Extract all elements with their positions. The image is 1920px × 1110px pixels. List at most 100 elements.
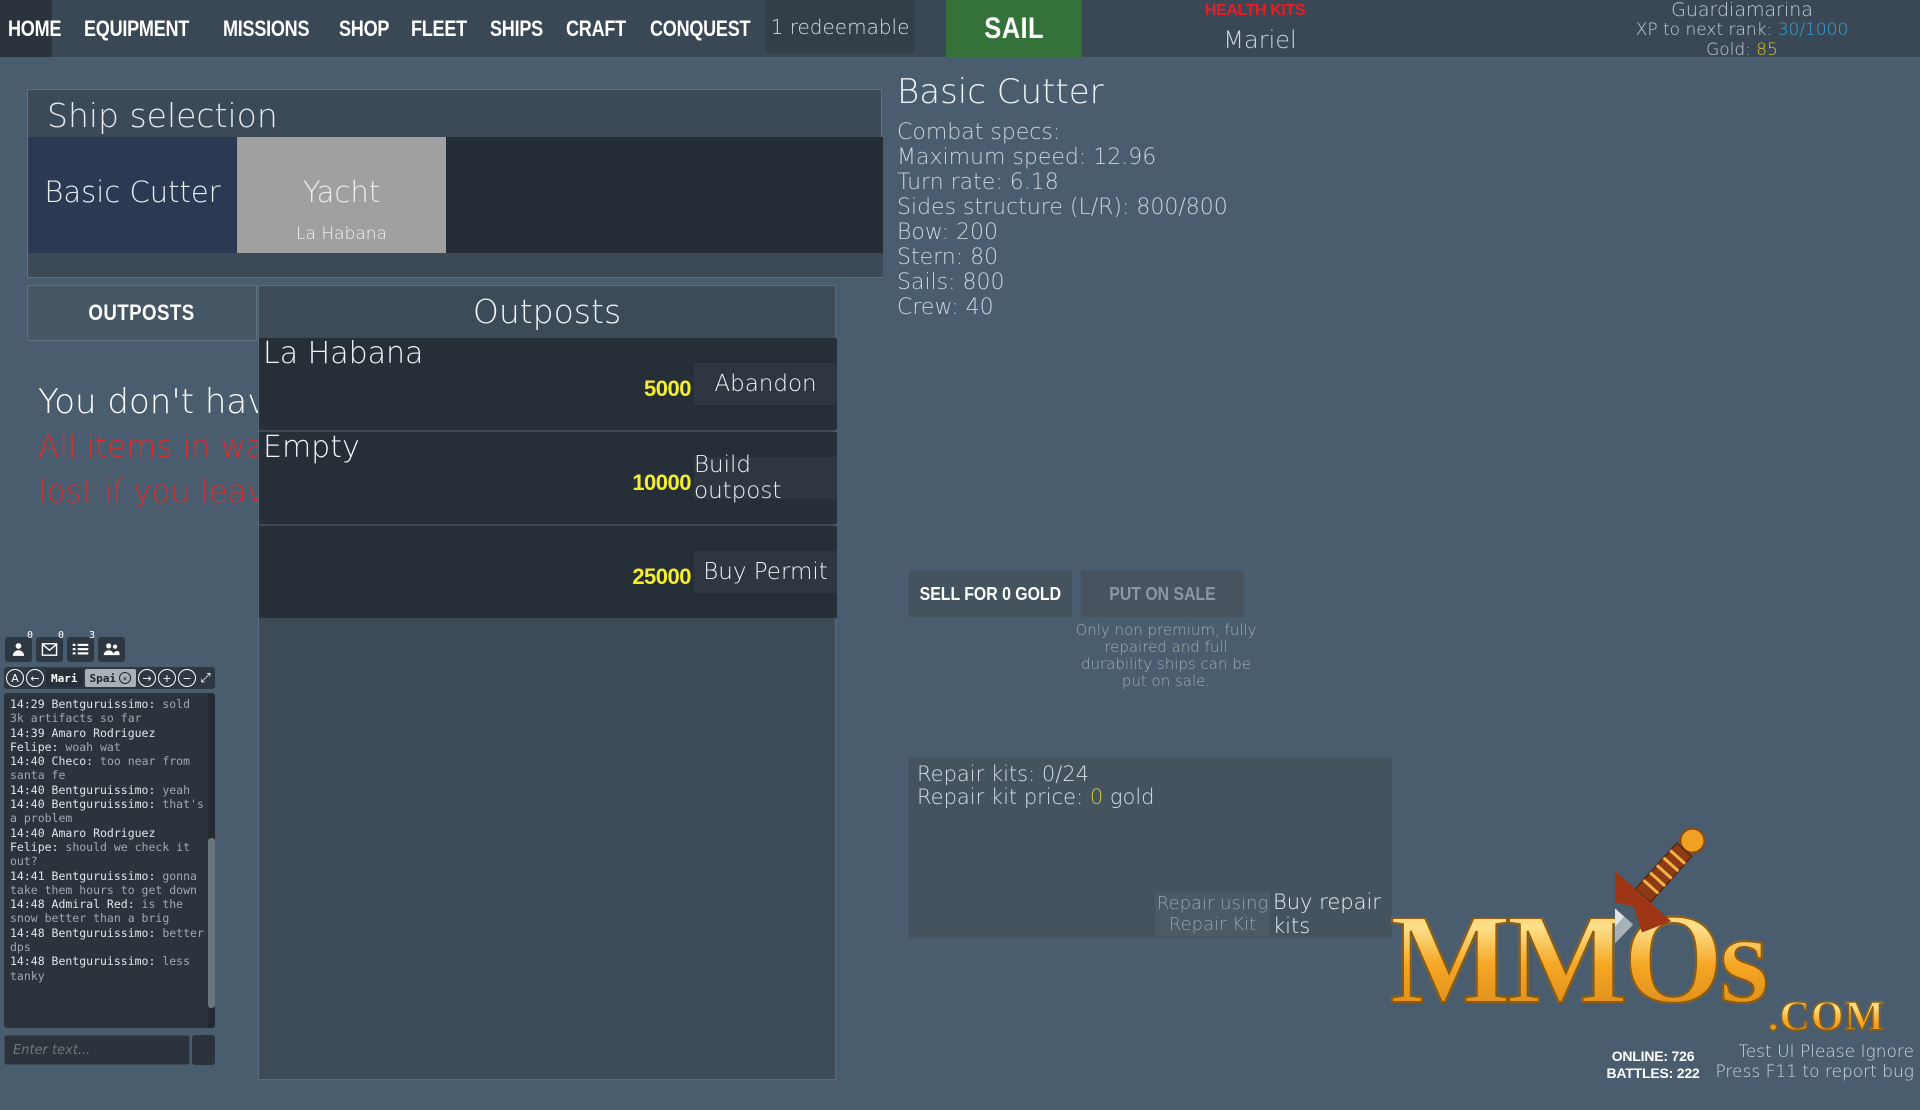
nav-item-conquest[interactable]: CONQUEST — [650, 16, 751, 42]
ship-card-name: Basic Cutter — [44, 175, 221, 209]
spec-turn-rate: Turn rate: 6.18 — [897, 170, 1059, 195]
notice-line-2: Press F11 to report bug — [1715, 1062, 1914, 1082]
chat-message: 14:40 Bentguruissimo: that's a problem — [10, 797, 209, 826]
repair-kit-price-value: 0 — [1089, 785, 1104, 809]
nav-item-missions[interactable]: MISSIONS — [223, 16, 310, 42]
tab-outposts[interactable]: OUTPOSTS — [27, 285, 257, 341]
outpost-price: 5000 — [644, 376, 691, 401]
person-icon[interactable]: 0 — [5, 630, 33, 662]
sail-button[interactable]: SAIL — [946, 0, 1082, 57]
nav-item-shop[interactable]: SHOP — [339, 16, 389, 42]
outpost-abandon-button[interactable]: Abandon — [694, 363, 837, 405]
spec-stern: Stern: 80 — [897, 245, 999, 270]
chat-icon-bar: 0 0 3 — [5, 630, 125, 662]
ship-card-basic-cutter[interactable]: Basic Cutter — [28, 137, 237, 255]
list-icon[interactable]: 3 — [67, 630, 95, 662]
nav-item-fleet[interactable]: FLEET — [411, 16, 467, 42]
font-size-icon[interactable]: A — [6, 669, 24, 687]
chat-message: 14:40 Checo: too near from santa fe — [10, 754, 209, 783]
outpost-row: Empty 10000 Build outpost — [259, 430, 837, 524]
nav-item-equipment[interactable]: EQUIPMENT — [84, 16, 189, 42]
chat-message-log[interactable]: 14:29 Bentguruissimo: sold 3k artifacts … — [4, 693, 215, 1028]
arrow-left-icon[interactable]: ← — [26, 669, 44, 687]
repair-kit-price-suffix: gold — [1103, 785, 1155, 809]
ship-combat-specs: Combat specs: Maximum speed: 12.96 Turn … — [897, 120, 1228, 320]
top-navigation-bar: HOME EQUIPMENT MISSIONS SHOP FLEET SHIPS… — [0, 0, 1920, 60]
ship-list: Basic Cutter Yacht La Habana — [28, 137, 883, 255]
person-icon-glyph — [12, 643, 25, 656]
battles-count: BATTLES: 222 — [1606, 1065, 1700, 1081]
main-nav: HOME EQUIPMENT MISSIONS SHOP FLEET SHIPS… — [0, 0, 780, 57]
mmos-com-suffix: .COM — [1767, 993, 1886, 1040]
chat-tab-mari[interactable]: Mari — [46, 669, 83, 687]
buy-repair-kits-button[interactable]: Buy repair kits — [1273, 890, 1392, 938]
chat-scrollbar-thumb[interactable] — [208, 838, 215, 1008]
list-icon-glyph — [72, 643, 89, 655]
outpost-name: La Habana — [263, 336, 424, 371]
envelope-badge: 0 — [57, 630, 64, 641]
chat-message: 14:40 Amaro Rodriguez Felipe: should we … — [10, 826, 209, 869]
chat-input[interactable] — [4, 1035, 190, 1065]
put-on-sale-note: Only non premium, fully repaired and ful… — [1075, 621, 1257, 690]
chat-message-header: 14:29 Bentguruissimo: — [10, 697, 156, 711]
server-stats: ONLINE: 726 BATTLES: 222 — [1588, 1048, 1718, 1082]
plus-icon[interactable]: + — [158, 669, 176, 687]
envelope-icon[interactable]: 0 — [36, 630, 64, 662]
envelope-icon-glyph — [41, 643, 58, 656]
redeemable-button[interactable]: 1 redeemable — [766, 0, 914, 53]
ship-card-empty-slot[interactable] — [446, 137, 883, 255]
nav-item-ships[interactable]: SHIPS — [490, 16, 543, 42]
chat-message-header: 14:40 Bentguruissimo: — [10, 797, 156, 812]
chat-scrollbar-track[interactable] — [208, 693, 215, 1028]
ship-card-yacht[interactable]: Yacht La Habana — [237, 137, 446, 255]
outpost-name: Empty — [263, 430, 360, 465]
notice-line-1: Test UI Please Ignore — [1738, 1042, 1914, 1062]
rank-name: Guardiamarina — [1671, 0, 1813, 21]
chat-message-header: 14:40 Bentguruissimo: — [10, 782, 156, 797]
chat-message: 14:48 Admiral Red: is the snow better th… — [10, 897, 209, 926]
chat-message-header: 14:40 Checo: — [10, 754, 94, 769]
close-icon[interactable]: ✕ — [119, 672, 131, 684]
player-name: Mariel — [1223, 26, 1297, 54]
nav-item-home[interactable]: HOME — [8, 16, 61, 42]
chat-send-button[interactable] — [192, 1035, 215, 1065]
spec-sails: Sails: 800 — [897, 270, 1005, 295]
sell-ship-button[interactable]: SELL FOR 0 GOLD — [909, 571, 1072, 617]
arrow-right-icon[interactable]: → — [138, 669, 156, 687]
xp-label: XP to next rank: — [1635, 20, 1778, 40]
repair-kits-count: Repair kits: 0/24 — [917, 762, 1089, 786]
minus-icon[interactable]: − — [178, 669, 196, 687]
chat-tab-bar: A ← Mari Spai ✕ → + − ⤢ — [4, 667, 215, 689]
chat-tab-label: Mari — [51, 671, 78, 685]
chat-tab-spai[interactable]: Spai ✕ — [84, 669, 136, 687]
sail-button-label: SAIL — [984, 11, 1044, 45]
outpost-buy-permit-button[interactable]: Buy Permit — [694, 551, 837, 593]
chat-message-header: 14:41 Bentguruissimo: — [10, 868, 156, 883]
outpost-build-button[interactable]: Build outpost — [694, 452, 837, 504]
put-on-sale-label: PUT ON SALE — [1109, 583, 1216, 604]
outpost-price: 25000 — [632, 564, 691, 589]
xp-to-next-rank: XP to next rank: 30/1000 — [1572, 21, 1912, 40]
chat-message-header: 14:48 Admiral Red: — [10, 897, 135, 912]
chat-message-header: 14:48 Bentguruissimo: — [10, 925, 156, 940]
chat-tab-label: Spai — [89, 671, 117, 685]
expand-icon[interactable]: ⤢ — [198, 669, 213, 687]
outpost-price: 10000 — [632, 470, 691, 495]
specs-heading: Combat specs: — [897, 120, 1061, 145]
chat-widget: 0 0 3 A ← Mari Spai ✕ → + − ⤢ 14:29 Bent… — [0, 630, 257, 1080]
mmos-wordmark: MMOs — [1389, 888, 1770, 1030]
spec-crew: Crew: 40 — [897, 295, 994, 320]
group-icon-glyph — [103, 643, 120, 656]
gold-display: Gold: 85 — [1572, 41, 1912, 60]
spec-max-speed: Maximum speed: 12.96 — [897, 145, 1157, 170]
health-kits-label: HEALTH KITS — [1204, 2, 1306, 19]
nav-item-craft[interactable]: CRAFT — [566, 16, 626, 42]
group-icon[interactable] — [98, 637, 125, 662]
ship-detail-title: Basic Cutter — [897, 72, 1104, 112]
gold-value: 85 — [1756, 40, 1778, 60]
chat-message-body: woah wat — [58, 739, 121, 754]
outpost-row: 25000 Buy Permit — [259, 526, 837, 618]
ship-selection-title: Ship selection — [47, 96, 278, 135]
person-badge: 0 — [26, 630, 33, 641]
outposts-panel-title: Outposts — [472, 292, 622, 331]
